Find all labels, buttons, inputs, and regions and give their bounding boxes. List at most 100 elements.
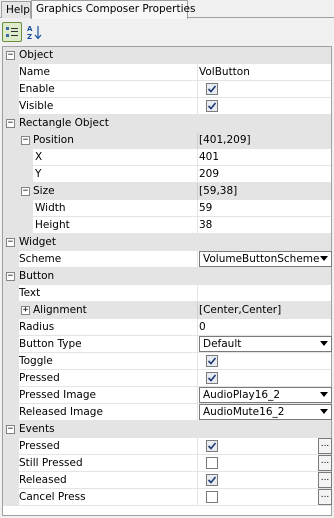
tab-graphics-composer-properties[interactable]: Graphics Composer Properties bbox=[31, 0, 195, 19]
property-label: Name bbox=[19, 66, 50, 78]
property-row-position[interactable]: − Position [401,209] bbox=[3, 132, 331, 149]
property-value[interactable]: [59,38] bbox=[199, 183, 237, 199]
svg-text:A: A bbox=[27, 25, 33, 33]
property-label: Scheme bbox=[19, 253, 62, 265]
property-row-y[interactable]: Y 209 bbox=[3, 166, 331, 183]
collapse-icon[interactable]: − bbox=[6, 238, 15, 247]
category-events[interactable]: − Events bbox=[3, 421, 331, 438]
property-label: Visible bbox=[19, 100, 54, 112]
svg-text:Z: Z bbox=[27, 33, 32, 40]
property-row-name[interactable]: Name VolButton bbox=[3, 64, 331, 81]
event-released-checkbox[interactable] bbox=[206, 474, 218, 486]
property-value[interactable]: [Center,Center] bbox=[199, 302, 281, 318]
category-object[interactable]: − Object bbox=[3, 47, 331, 64]
property-label: Pressed bbox=[19, 372, 60, 384]
property-row-released-image[interactable]: Released Image AudioMute16_2 bbox=[3, 404, 332, 421]
chevron-down-icon[interactable] bbox=[320, 392, 328, 397]
property-value[interactable]: 38 bbox=[199, 217, 212, 233]
event-released-edit-button[interactable]: ... bbox=[318, 472, 332, 488]
pressed-checkbox[interactable] bbox=[206, 372, 218, 384]
property-value[interactable]: 209 bbox=[199, 166, 219, 182]
property-row-button-type[interactable]: Button Type Default bbox=[3, 336, 332, 353]
property-row-pressed[interactable]: Pressed bbox=[3, 370, 331, 387]
category-label: Rectangle Object bbox=[19, 117, 109, 129]
dropdown-value: AudioPlay16_2 bbox=[203, 389, 281, 401]
property-label: Pressed bbox=[19, 440, 60, 452]
chevron-down-icon[interactable] bbox=[320, 256, 328, 261]
chevron-down-icon[interactable] bbox=[320, 341, 328, 346]
property-label: Button Type bbox=[19, 338, 82, 350]
expand-icon[interactable]: + bbox=[21, 306, 30, 315]
collapse-icon[interactable]: − bbox=[21, 187, 30, 196]
event-row-still-pressed[interactable]: Still Pressed ... bbox=[3, 455, 332, 472]
property-row-pressed-image[interactable]: Pressed Image AudioPlay16_2 bbox=[3, 387, 332, 404]
dropdown-value: Default bbox=[203, 338, 242, 350]
collapse-icon[interactable]: − bbox=[6, 51, 15, 60]
button-type-dropdown[interactable]: Default bbox=[199, 336, 332, 352]
property-value[interactable]: VolButton bbox=[199, 64, 250, 80]
property-value[interactable]: [401,209] bbox=[199, 132, 251, 148]
category-widget[interactable]: − Widget bbox=[3, 234, 331, 251]
property-label: Radius bbox=[19, 321, 55, 333]
category-rectangle-object[interactable]: − Rectangle Object bbox=[3, 115, 331, 132]
category-label: Events bbox=[19, 423, 55, 435]
collapse-icon[interactable]: − bbox=[6, 272, 15, 281]
property-row-width[interactable]: Width 59 bbox=[3, 200, 331, 217]
collapse-icon[interactable]: − bbox=[6, 425, 15, 434]
category-label: Object bbox=[19, 49, 54, 61]
check-icon bbox=[207, 357, 217, 365]
toggle-checkbox[interactable] bbox=[206, 355, 218, 367]
property-label: Height bbox=[35, 219, 70, 231]
property-row-visible[interactable]: Visible bbox=[3, 98, 331, 115]
property-label: Still Pressed bbox=[19, 457, 83, 469]
tab-strip: Help Graphics Composer Properties bbox=[0, 0, 334, 19]
released-image-dropdown[interactable]: AudioMute16_2 bbox=[199, 404, 332, 420]
property-value[interactable]: 401 bbox=[199, 149, 219, 165]
event-row-cancel-press[interactable]: Cancel Press ... bbox=[3, 489, 332, 506]
collapse-icon[interactable]: − bbox=[6, 119, 15, 128]
category-label: Button bbox=[19, 270, 55, 282]
chevron-down-icon[interactable] bbox=[320, 409, 328, 414]
pressed-image-dropdown[interactable]: AudioPlay16_2 bbox=[199, 387, 332, 403]
dropdown-value: AudioMute16_2 bbox=[203, 406, 285, 418]
tab-help[interactable]: Help bbox=[1, 1, 31, 18]
check-icon bbox=[207, 102, 217, 110]
property-label: Text bbox=[19, 287, 41, 299]
property-row-size[interactable]: − Size [59,38] bbox=[3, 183, 331, 200]
property-row-enable[interactable]: Enable bbox=[3, 81, 331, 98]
property-label: Toggle bbox=[19, 355, 53, 367]
collapse-icon[interactable]: − bbox=[21, 136, 30, 145]
category-button[interactable]: − Button bbox=[3, 268, 331, 285]
property-label: Y bbox=[35, 168, 42, 180]
category-label: Widget bbox=[19, 236, 56, 248]
property-row-radius[interactable]: Radius 0 bbox=[3, 319, 331, 336]
event-still-pressed-checkbox[interactable] bbox=[206, 457, 218, 469]
event-still-pressed-edit-button[interactable]: ... bbox=[318, 455, 332, 471]
visible-checkbox[interactable] bbox=[206, 100, 218, 112]
alphabetical-sort-button[interactable]: A Z bbox=[24, 22, 44, 42]
property-label: Released bbox=[19, 474, 67, 486]
property-row-x[interactable]: X 401 bbox=[3, 149, 331, 166]
property-label: Width bbox=[35, 202, 66, 214]
property-row-toggle[interactable]: Toggle bbox=[3, 353, 331, 370]
event-pressed-checkbox[interactable] bbox=[206, 440, 218, 452]
enable-checkbox[interactable] bbox=[206, 83, 218, 95]
scheme-dropdown[interactable]: VolumeButtonScheme bbox=[199, 251, 332, 267]
event-cancel-press-edit-button[interactable]: ... bbox=[318, 489, 332, 505]
property-value[interactable]: 0 bbox=[199, 319, 206, 335]
property-row-height[interactable]: Height 38 bbox=[3, 217, 331, 234]
check-icon bbox=[207, 476, 217, 484]
property-label: Alignment bbox=[33, 304, 87, 316]
event-cancel-press-checkbox[interactable] bbox=[206, 491, 218, 503]
property-row-text[interactable]: Text bbox=[3, 285, 331, 302]
property-row-alignment[interactable]: + Alignment [Center,Center] bbox=[3, 302, 331, 319]
event-pressed-edit-button[interactable]: ... bbox=[318, 438, 332, 454]
property-row-scheme[interactable]: Scheme VolumeButtonScheme bbox=[3, 251, 332, 268]
event-row-pressed[interactable]: Pressed ... bbox=[3, 438, 332, 455]
categorized-view-button[interactable] bbox=[2, 22, 22, 42]
property-label: Size bbox=[33, 185, 55, 197]
check-icon bbox=[207, 442, 217, 450]
property-value[interactable]: 59 bbox=[199, 200, 212, 216]
event-row-released[interactable]: Released ... bbox=[3, 472, 332, 489]
property-toolbar: A Z bbox=[0, 19, 334, 45]
